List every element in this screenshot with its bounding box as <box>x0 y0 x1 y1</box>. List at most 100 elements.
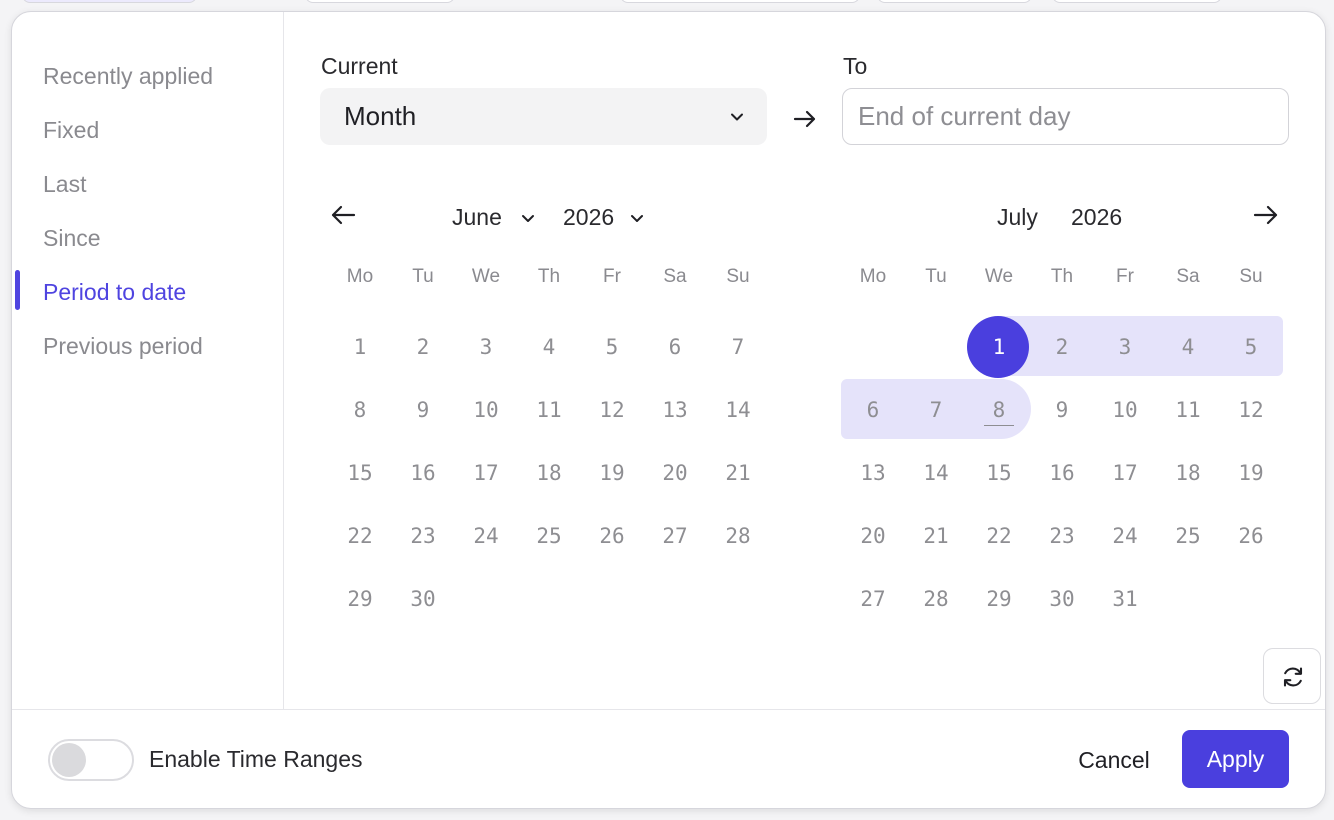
calendar-day[interactable]: 11 <box>1163 395 1213 425</box>
calendar-day[interactable]: 15 <box>335 458 385 488</box>
next-month-arrow-icon[interactable] <box>1251 200 1281 230</box>
calendar-day[interactable]: 22 <box>974 521 1024 551</box>
calendar-day[interactable]: 28 <box>713 521 763 551</box>
calendar-day[interactable]: 7 <box>713 332 763 362</box>
calendar-day[interactable]: 5 <box>587 332 637 362</box>
calendar-day[interactable]: 24 <box>461 521 511 551</box>
calendar-day[interactable]: 19 <box>1226 458 1276 488</box>
sidebar-item-period-to-date[interactable]: Period to date <box>43 277 186 307</box>
refresh-icon <box>1283 667 1303 687</box>
calendar-day[interactable]: 3 <box>1100 332 1150 362</box>
calendar-day[interactable]: 25 <box>1163 521 1213 551</box>
calendar-day[interactable]: 13 <box>848 458 898 488</box>
end-date-input[interactable] <box>842 88 1289 145</box>
calendar-day[interactable]: 24 <box>1100 521 1150 551</box>
calendar-day[interactable]: 2 <box>398 332 448 362</box>
calendar-day[interactable]: 23 <box>1037 521 1087 551</box>
calendar-day[interactable]: 17 <box>461 458 511 488</box>
weekday-header: Tu <box>925 266 947 287</box>
apply-button[interactable]: Apply <box>1182 730 1289 788</box>
calendar-day[interactable]: 23 <box>398 521 448 551</box>
prev-month-arrow-icon[interactable] <box>328 200 358 230</box>
calendar-day[interactable]: 1 <box>335 332 385 362</box>
sidebar-item-recently-applied[interactable]: Recently applied <box>43 61 213 91</box>
sidebar-item-last[interactable]: Last <box>43 169 86 199</box>
calendar-day[interactable]: 21 <box>713 458 763 488</box>
calendar-day[interactable]: 30 <box>398 584 448 614</box>
calendar-day[interactable]: 30 <box>1037 584 1087 614</box>
calendar-day[interactable]: 6 <box>650 332 700 362</box>
cancel-button[interactable]: Cancel <box>1062 741 1166 779</box>
calendar-day[interactable]: 16 <box>398 458 448 488</box>
calendar-day[interactable]: 6 <box>848 395 898 425</box>
calendar-day[interactable]: 22 <box>335 521 385 551</box>
calendar-day[interactable]: 10 <box>1100 395 1150 425</box>
chevron-down-icon <box>731 113 743 121</box>
time-ranges-toggle[interactable] <box>48 739 134 781</box>
calendar-day[interactable]: 9 <box>1037 395 1087 425</box>
calendar-day[interactable]: 2 <box>1037 332 1087 362</box>
left-year-label[interactable]: 2026 <box>563 202 614 232</box>
weekday-header: Su <box>1239 266 1263 287</box>
date-range-picker-dialog: Recently applied Fixed Last Since Period… <box>11 11 1326 809</box>
calendar-day[interactable]: 26 <box>1226 521 1276 551</box>
calendar-day[interactable]: 25 <box>524 521 574 551</box>
calendar-day[interactable]: 29 <box>974 584 1024 614</box>
calendar-day[interactable]: 17 <box>1100 458 1150 488</box>
range-arrow-icon <box>793 110 816 128</box>
calendar-day[interactable]: 26 <box>587 521 637 551</box>
calendar-day[interactable]: 1 <box>974 332 1024 362</box>
sidebar-item-fixed[interactable]: Fixed <box>43 115 99 145</box>
calendar-day[interactable]: 3 <box>461 332 511 362</box>
calendar-day[interactable]: 29 <box>335 584 385 614</box>
calendar-day[interactable]: 21 <box>911 521 961 551</box>
calendar-day[interactable]: 16 <box>1037 458 1087 488</box>
left-month-label[interactable]: June <box>452 202 502 232</box>
to-label: To <box>843 53 868 79</box>
calendar-day[interactable]: 28 <box>911 584 961 614</box>
chevron-down-icon[interactable] <box>629 210 645 226</box>
weekday-header: Mo <box>346 266 374 287</box>
calendar-day[interactable]: 20 <box>650 458 700 488</box>
calendar-day[interactable]: 20 <box>848 521 898 551</box>
calendar-day[interactable]: 12 <box>587 395 637 425</box>
weekday-header: Th <box>537 266 561 287</box>
calendar-day[interactable]: 13 <box>650 395 700 425</box>
calendar-day[interactable]: 19 <box>587 458 637 488</box>
weekday-header: Sa <box>1176 266 1200 287</box>
weekday-header: Su <box>726 266 750 287</box>
weekday-header: Mo <box>859 266 887 287</box>
calendar-day[interactable]: 12 <box>1226 395 1276 425</box>
calendar-day[interactable]: 10 <box>461 395 511 425</box>
chevron-down-icon[interactable] <box>520 210 536 226</box>
calendar-day[interactable]: 4 <box>524 332 574 362</box>
calendar-day[interactable]: 8 <box>974 395 1024 425</box>
calendar-day[interactable]: 31 <box>1100 584 1150 614</box>
range-type-sidebar: Recently applied Fixed Last Since Period… <box>12 12 284 709</box>
refresh-button[interactable] <box>1263 648 1321 704</box>
background-tab <box>22 0 197 3</box>
calendar-day[interactable]: 27 <box>848 584 898 614</box>
calendar-day[interactable]: 14 <box>713 395 763 425</box>
sidebar-item-since[interactable]: Since <box>43 223 101 253</box>
calendar-day[interactable]: 15 <box>974 458 1024 488</box>
background-toolbar <box>0 0 1334 10</box>
background-tab <box>877 0 1032 3</box>
weekday-header: Th <box>1050 266 1074 287</box>
calendar-day[interactable]: 27 <box>650 521 700 551</box>
background-tab <box>305 0 455 3</box>
time-ranges-label: Enable Time Ranges <box>149 746 363 772</box>
sidebar-item-previous-period[interactable]: Previous period <box>43 331 203 361</box>
footer-divider <box>12 709 1325 710</box>
calendar-day[interactable]: 8 <box>335 395 385 425</box>
calendar-day[interactable]: 5 <box>1226 332 1276 362</box>
calendar-day[interactable]: 14 <box>911 458 961 488</box>
period-select[interactable]: Month <box>320 88 767 145</box>
calendar-day[interactable]: 18 <box>524 458 574 488</box>
weekday-header: We <box>471 266 501 287</box>
calendar-day[interactable]: 7 <box>911 395 961 425</box>
calendar-day[interactable]: 4 <box>1163 332 1213 362</box>
calendar-day[interactable]: 11 <box>524 395 574 425</box>
calendar-day[interactable]: 18 <box>1163 458 1213 488</box>
calendar-day[interactable]: 9 <box>398 395 448 425</box>
